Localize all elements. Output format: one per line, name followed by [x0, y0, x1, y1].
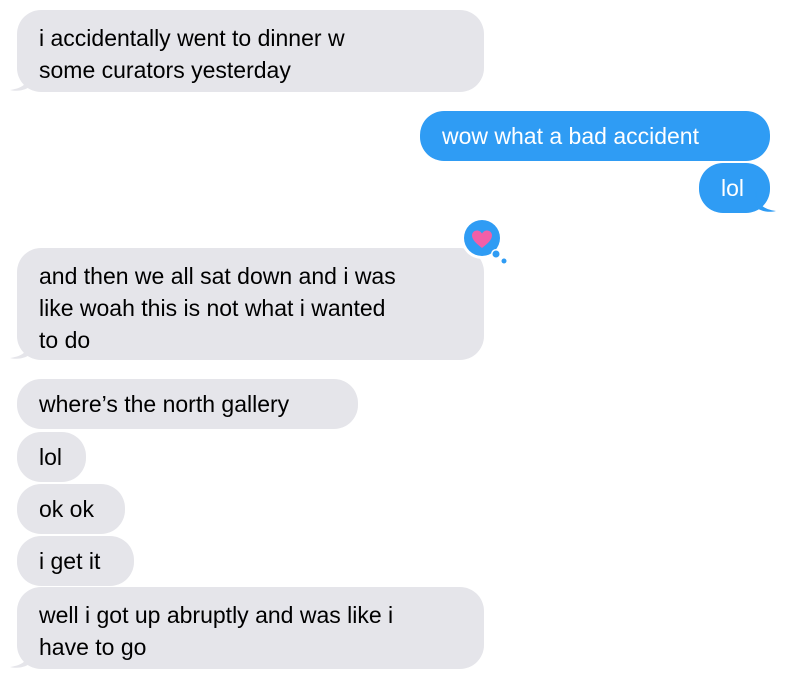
bubble-tail [10, 338, 32, 359]
received-message-bubble[interactable]: ok ok [17, 484, 125, 534]
bubble-tail [10, 647, 32, 668]
bubble-tail [754, 191, 776, 212]
received-message-bubble[interactable]: i get it [17, 536, 134, 586]
received-message-bubble[interactable]: well i got up abruptly and was like i ha… [17, 587, 484, 669]
received-message-bubble[interactable]: and then we all sat down and i was like … [17, 248, 484, 360]
bubble-tail [10, 70, 32, 91]
sent-message-bubble[interactable]: wow what a bad accident [420, 111, 770, 161]
heart-tapback-icon[interactable] [455, 216, 517, 278]
received-message-bubble[interactable]: lol [17, 432, 86, 482]
received-message-bubble[interactable]: i accidentally went to dinner w some cur… [17, 10, 484, 92]
received-message-bubble[interactable]: where’s the north gallery [17, 379, 358, 429]
